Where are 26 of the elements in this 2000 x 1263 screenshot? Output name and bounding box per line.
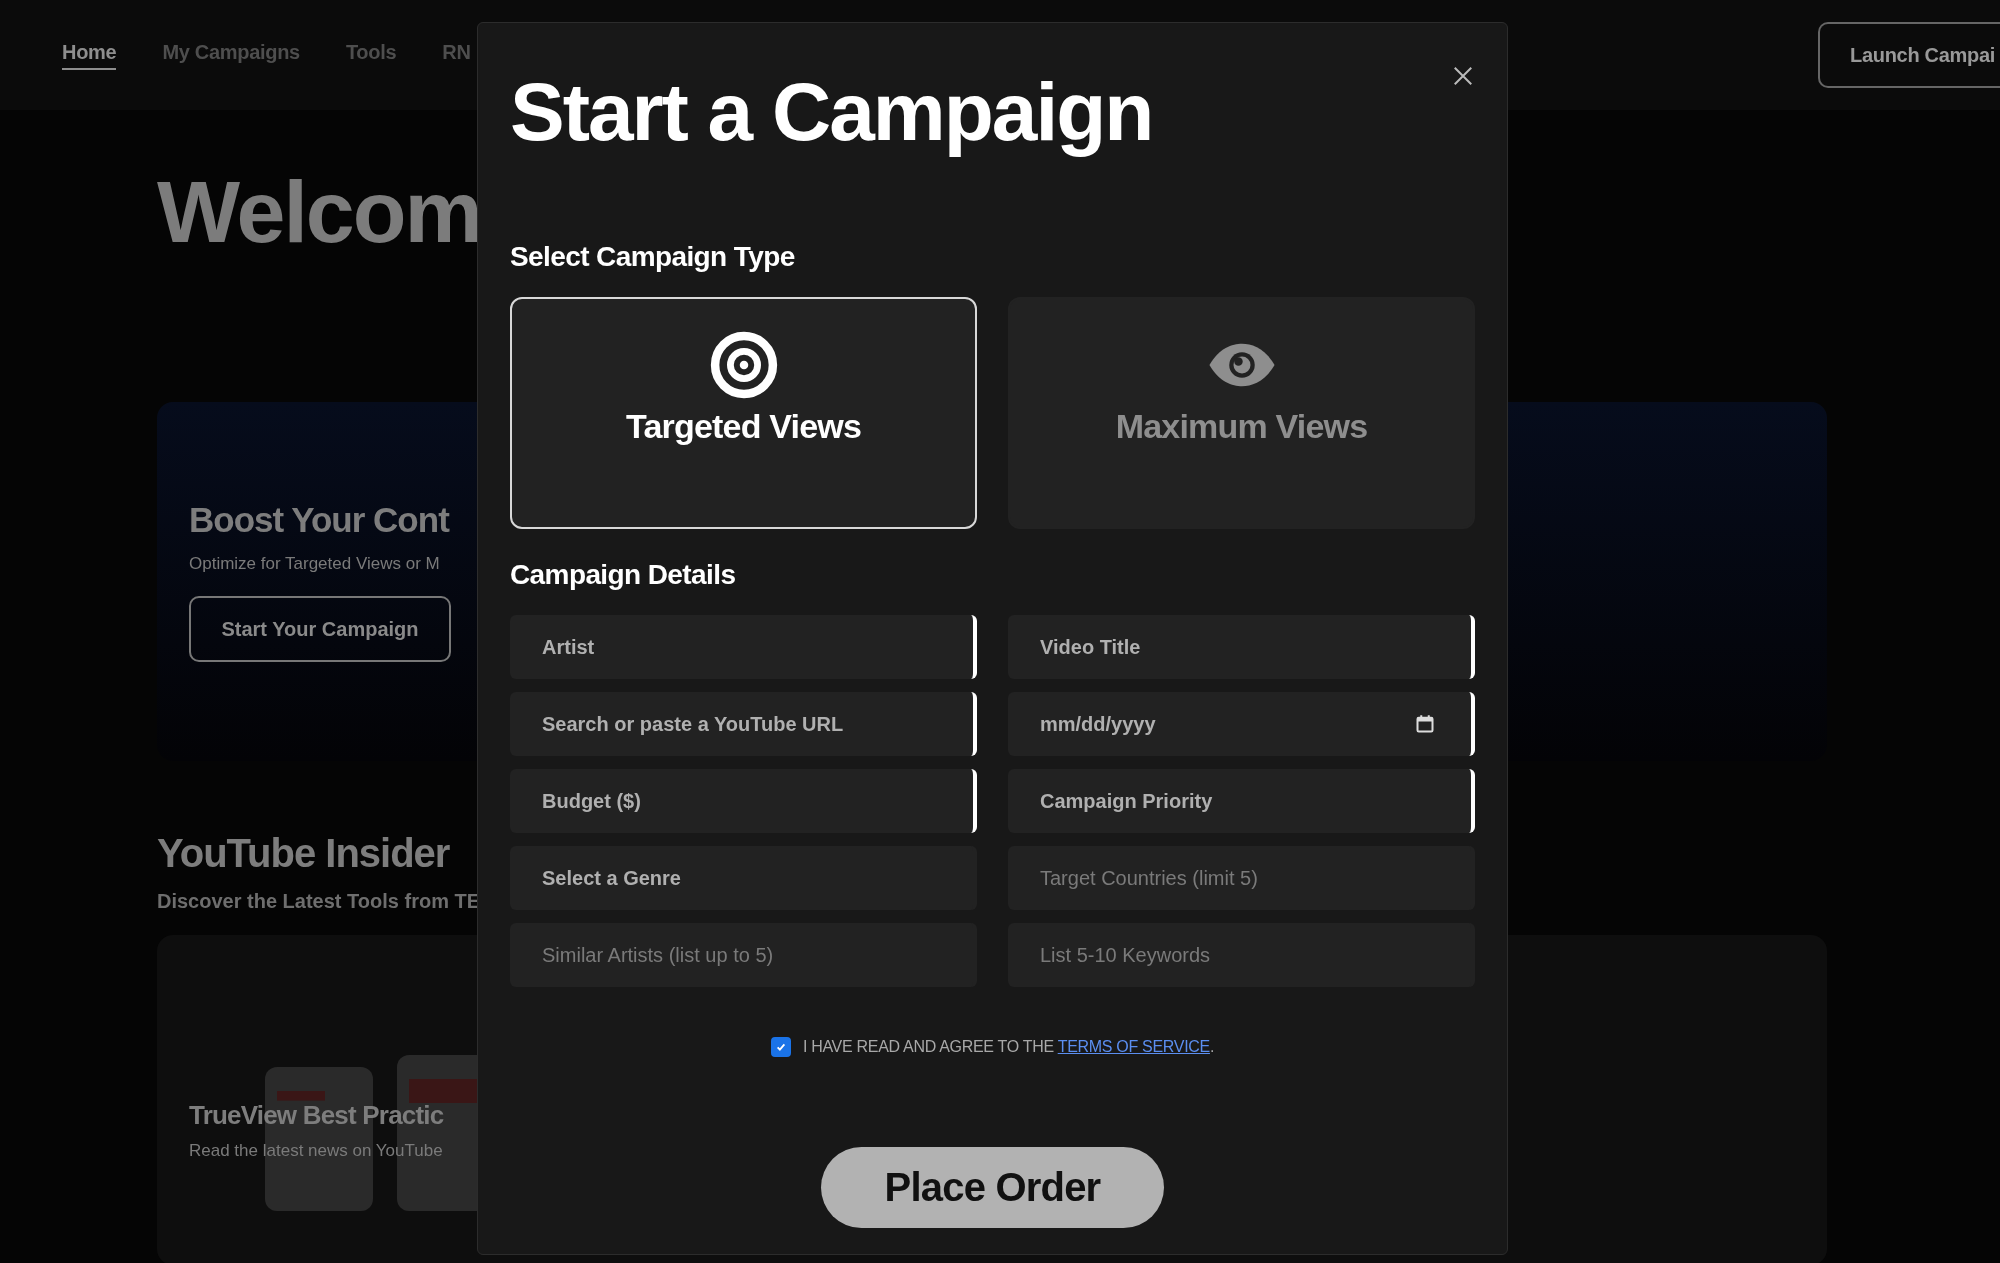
place-order-button[interactable]: Place Order: [821, 1147, 1164, 1229]
input-field[interactable]: Target Countries (limit 5): [1008, 846, 1475, 911]
article-title: TrueView Best Practic: [189, 1100, 444, 1131]
nav-tab[interactable]: Home: [62, 40, 117, 70]
launch-campaign-button[interactable]: Launch Campai: [1818, 22, 2000, 88]
dialog-title: Start a Campaign: [510, 69, 1153, 156]
article-text: Read the latest news on YouTube: [189, 1141, 443, 1161]
page-heading: Welcom: [157, 168, 481, 256]
section-heading: Select Campaign Type: [510, 241, 796, 274]
input-field[interactable]: Select a Genre: [510, 846, 977, 911]
campaign-type-option[interactable]: Targeted Views: [510, 297, 977, 530]
agreement-text: I HAVE READ AND AGREE TO THE TERMS OF SERVICE.: [802, 1038, 1215, 1057]
input-field[interactable]: Similar Artists (list up to 5): [510, 923, 977, 988]
terms-link[interactable]: TERMS OF SERVICE: [1057, 1038, 1210, 1056]
start-campaign-button[interactable]: Start Your Campaign: [189, 596, 451, 662]
close-icon[interactable]: [1452, 65, 1474, 87]
hero-subtitle: Optimize for Targeted Views or M: [189, 554, 440, 574]
calendar-icon[interactable]: [1415, 714, 1435, 735]
target-icon: [709, 331, 778, 400]
section-title: YouTube Insider: [157, 831, 451, 876]
hero-title: Boost Your Cont: [189, 500, 449, 540]
checkmark-icon: [774, 1041, 787, 1054]
agreement-checkbox[interactable]: [770, 1037, 791, 1058]
input-field[interactable]: List 5-10 Keywords: [1008, 923, 1475, 988]
campaign-type-option[interactable]: Maximum Views: [1008, 297, 1475, 530]
section-heading: Campaign Details: [510, 559, 737, 592]
